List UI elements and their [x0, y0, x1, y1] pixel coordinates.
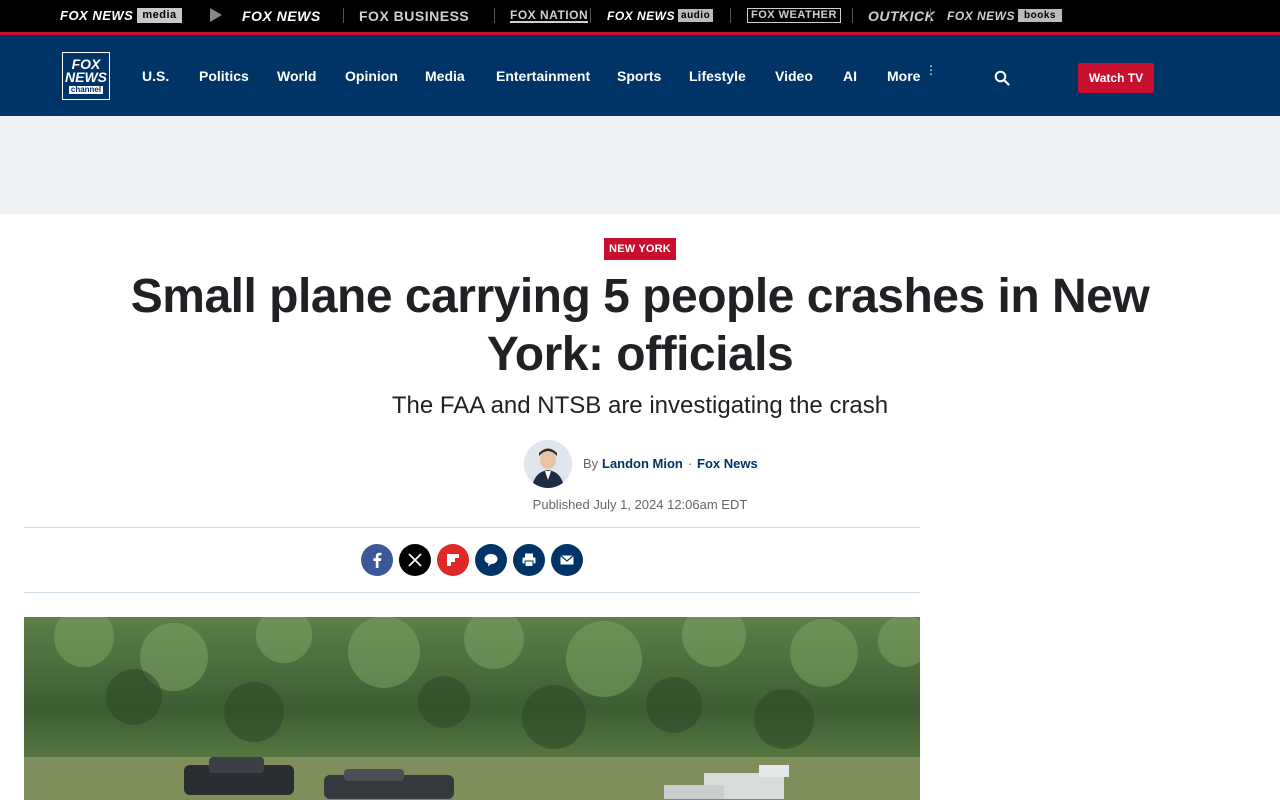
- nav-item-us[interactable]: U.S.: [142, 67, 169, 85]
- more-dots-icon[interactable]: ⋮: [925, 64, 937, 76]
- article-subhead: The FAA and NTSB are investigating the c…: [391, 392, 889, 419]
- search-icon[interactable]: [994, 70, 1010, 86]
- outkick-link[interactable]: OUTKICK: [868, 8, 935, 24]
- divider: [930, 8, 931, 23]
- nav-item-ai[interactable]: AI: [843, 67, 857, 85]
- share-comment-button[interactable]: [475, 544, 507, 576]
- fox-news-audio-tag: audio: [678, 9, 714, 22]
- print-icon: [522, 553, 536, 567]
- comment-icon: [484, 554, 498, 567]
- divider: [730, 8, 731, 23]
- play-arrow-icon: [210, 8, 222, 22]
- fox-news-books-tag: books: [1018, 9, 1062, 22]
- article-headline: Small plane carrying 5 people crashes in…: [130, 270, 1150, 381]
- fox-news-media-tag: media: [137, 8, 182, 23]
- author-portrait-icon: [524, 440, 572, 488]
- nav-item-video[interactable]: Video: [775, 67, 813, 85]
- share-bar: [361, 544, 583, 576]
- fox-news-books-link[interactable]: FOX NEWS books: [947, 8, 1062, 23]
- fox-weather-link[interactable]: FOX WEATHER: [747, 8, 841, 23]
- share-email-button[interactable]: [551, 544, 583, 576]
- fox-news-audio-wordmark: FOX NEWS: [607, 8, 676, 23]
- fox-news-audio-link[interactable]: FOX NEWS audio: [607, 8, 714, 23]
- byline: By Landon Mion · Fox News: [524, 440, 824, 488]
- nav-item-more[interactable]: More: [887, 67, 920, 85]
- nav-item-sports[interactable]: Sports: [617, 67, 661, 85]
- logo-line-2: NEWS: [65, 69, 107, 85]
- divider: [494, 8, 495, 23]
- logo-line-3: channel: [68, 85, 104, 94]
- print-button[interactable]: [513, 544, 545, 576]
- flipboard-icon: [447, 554, 459, 566]
- fox-news-link[interactable]: FOX NEWS: [242, 8, 321, 24]
- crash-scene-photo: [24, 617, 920, 800]
- nav-item-politics[interactable]: Politics: [199, 67, 249, 85]
- watch-tv-button[interactable]: Watch TV: [1078, 63, 1154, 93]
- fox-news-books-wordmark: FOX NEWS: [947, 8, 1016, 23]
- fox-news-media-wordmark: FOX NEWS: [60, 8, 134, 23]
- fox-news-media-link[interactable]: FOX NEWS media: [60, 8, 195, 23]
- author-link[interactable]: Landon Mion: [602, 456, 683, 471]
- category-badge[interactable]: NEW YORK: [604, 238, 676, 260]
- x-icon: [408, 553, 422, 567]
- byline-separator: ·: [688, 456, 693, 471]
- published-date: Published July 1, 2024 12:06am EDT: [532, 497, 748, 512]
- fox-business-link[interactable]: FOX BUSINESS: [359, 8, 469, 24]
- ad-placeholder: [0, 116, 1280, 214]
- divider: [852, 8, 853, 23]
- divider: [343, 8, 344, 23]
- share-x-button[interactable]: [399, 544, 431, 576]
- nav-item-media[interactable]: Media: [425, 67, 465, 85]
- nav-item-entertainment[interactable]: Entertainment: [496, 67, 590, 85]
- network-bar: FOX NEWS media FOX NEWS FOX BUSINESS FOX…: [0, 0, 1280, 35]
- article-hero-image[interactable]: [24, 617, 920, 800]
- fox-news-logo[interactable]: FOX NEWS channel: [62, 52, 110, 100]
- nav-item-opinion[interactable]: Opinion: [345, 67, 398, 85]
- fox-nation-link[interactable]: FOX NATION: [510, 8, 589, 23]
- author-avatar[interactable]: [524, 440, 572, 488]
- source-link[interactable]: Fox News: [697, 456, 758, 471]
- byline-by: By: [583, 456, 599, 471]
- share-facebook-button[interactable]: [361, 544, 393, 576]
- facebook-icon: [373, 552, 382, 568]
- nav-item-lifestyle[interactable]: Lifestyle: [689, 67, 746, 85]
- divider: [24, 592, 920, 593]
- share-flipboard-button[interactable]: [437, 544, 469, 576]
- divider: [24, 527, 920, 528]
- nav-item-world[interactable]: World: [277, 67, 316, 85]
- site-header: FOX NEWS channel U.S. Politics World Opi…: [0, 35, 1280, 116]
- divider: [590, 8, 591, 23]
- fox-weather-wordmark: FOX WEATHER: [747, 8, 841, 23]
- email-icon: [560, 555, 574, 565]
